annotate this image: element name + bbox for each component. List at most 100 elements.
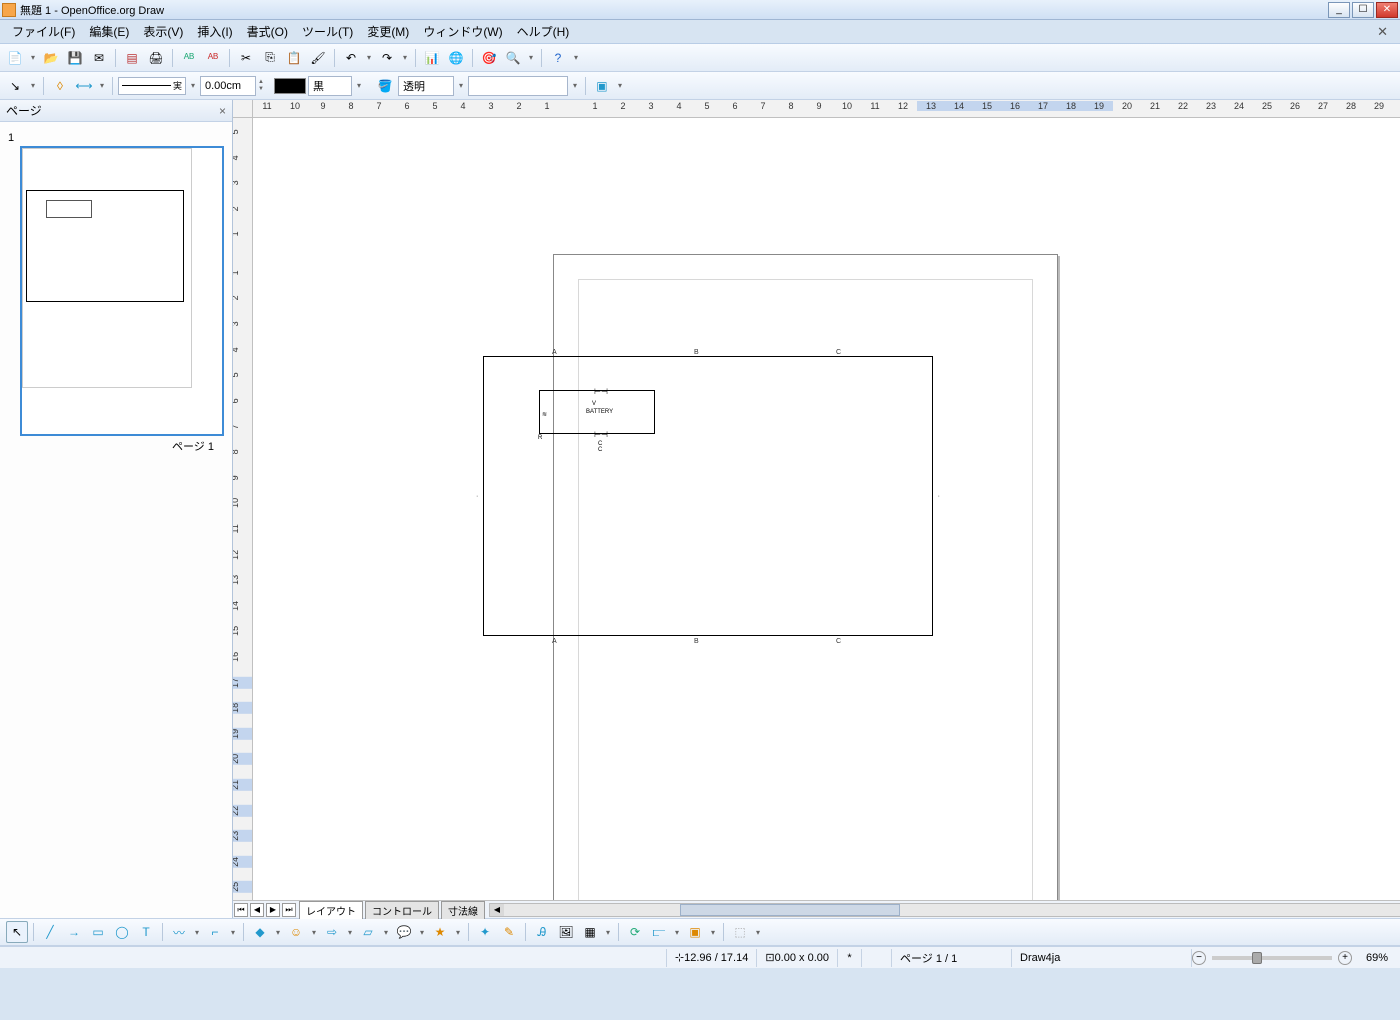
curve-dropdown[interactable]: ▾: [192, 928, 202, 937]
copy-icon[interactable]: ⎘: [259, 47, 281, 69]
menu-insert[interactable]: 挿入(I): [191, 21, 238, 42]
align-icon[interactable]: ⫍: [648, 921, 670, 943]
fontwork-icon[interactable]: Ꭿ: [531, 921, 553, 943]
redo-dropdown[interactable]: ▾: [400, 53, 410, 62]
tab-dim[interactable]: 寸法線: [441, 901, 485, 919]
flowchart-dropdown[interactable]: ▾: [381, 928, 391, 937]
callout-icon[interactable]: 💬: [393, 921, 415, 943]
symbol-shapes-icon[interactable]: ☺: [285, 921, 307, 943]
email-icon[interactable]: ✉: [88, 47, 110, 69]
zoom-dropdown[interactable]: ▾: [526, 53, 536, 62]
from-file-icon[interactable]: 🖼: [555, 921, 577, 943]
line-color-swatch[interactable]: [274, 78, 306, 94]
fill-bucket-icon[interactable]: 🪣: [374, 75, 396, 97]
extrusion-icon[interactable]: ⬚: [729, 921, 751, 943]
line-end-icon[interactable]: ◊: [49, 75, 71, 97]
line-tool-icon[interactable]: ╱: [39, 921, 61, 943]
connector-tool-icon[interactable]: ⌐: [204, 921, 226, 943]
line-color-dropdown[interactable]: ▾: [354, 81, 364, 90]
vertical-ruler[interactable]: 5432112345678910111213141516171819202122…: [233, 118, 253, 900]
gallery-icon[interactable]: ▦: [579, 921, 601, 943]
arrow-ends-icon[interactable]: ⟷: [73, 75, 95, 97]
fill-color-select[interactable]: [468, 76, 568, 96]
align-dropdown[interactable]: ▾: [672, 928, 682, 937]
navigator-icon[interactable]: 🎯: [478, 47, 500, 69]
handle-left[interactable]: ·: [476, 493, 478, 500]
zoom-slider[interactable]: [1212, 956, 1332, 960]
symbol-shapes-dropdown[interactable]: ▾: [309, 928, 319, 937]
line-color-select[interactable]: [308, 76, 352, 96]
tab-control[interactable]: コントロール: [365, 901, 439, 919]
line-style-select[interactable]: 実: [118, 77, 186, 95]
handle-A-top[interactable]: A: [552, 349, 557, 356]
hscroll-left[interactable]: ◀: [490, 904, 504, 916]
drawing-canvas[interactable]: A B C A B C · · ⊢⊣ V BATTERY ≋ R ⊢⊣ C: [253, 118, 1400, 900]
text-tool-icon[interactable]: T: [135, 921, 157, 943]
zoom-in-button[interactable]: +: [1338, 951, 1352, 965]
horizontal-scrollbar[interactable]: ◀ ▶: [489, 903, 1400, 917]
basic-shapes-dropdown[interactable]: ▾: [273, 928, 283, 937]
undo-dropdown[interactable]: ▾: [364, 53, 374, 62]
arrange-dropdown[interactable]: ▾: [708, 928, 718, 937]
open-icon[interactable]: 📂: [40, 47, 62, 69]
save-icon[interactable]: 💾: [64, 47, 86, 69]
callout-dropdown[interactable]: ▾: [417, 928, 427, 937]
menu-window[interactable]: ウィンドウ(W): [417, 21, 508, 42]
tab-nav-next[interactable]: ▶: [266, 903, 280, 917]
maximize-button[interactable]: ☐: [1352, 2, 1374, 18]
zoom-percent[interactable]: 69%: [1352, 949, 1396, 967]
new-doc-icon[interactable]: 📄: [4, 47, 26, 69]
arrow-style-dropdown[interactable]: ▾: [28, 81, 38, 90]
arrow-style-icon[interactable]: ↘: [4, 75, 26, 97]
toolbar-overflow[interactable]: ▾: [571, 53, 581, 62]
shadow-icon[interactable]: ▣: [591, 75, 613, 97]
handle-B-top[interactable]: B: [694, 349, 699, 356]
tab-layout[interactable]: レイアウト: [299, 901, 363, 919]
arrow-ends-dropdown[interactable]: ▾: [97, 81, 107, 90]
pages-panel-close-icon[interactable]: ×: [219, 104, 226, 118]
menu-file[interactable]: ファイル(F): [6, 21, 81, 42]
gallery-dropdown[interactable]: ▾: [603, 928, 613, 937]
hyperlink-icon[interactable]: 🌐: [445, 47, 467, 69]
zoom-slider-thumb[interactable]: [1252, 952, 1262, 964]
minimize-button[interactable]: _: [1328, 2, 1350, 18]
stars-icon[interactable]: ★: [429, 921, 451, 943]
select-tool-icon[interactable]: ↖: [6, 921, 28, 943]
block-arrows-icon[interactable]: ⇨: [321, 921, 343, 943]
block-arrows-dropdown[interactable]: ▾: [345, 928, 355, 937]
menu-modify[interactable]: 変更(M): [361, 21, 415, 42]
pdf-export-icon[interactable]: ▤: [121, 47, 143, 69]
horizontal-ruler[interactable]: 1110987654321123456789101112131415161718…: [253, 100, 1400, 118]
tab-nav-last[interactable]: ⏭: [282, 903, 296, 917]
fill-style-select[interactable]: [398, 76, 454, 96]
glue-points-icon[interactable]: ✎: [498, 921, 520, 943]
menu-help[interactable]: ヘルプ(H): [511, 21, 576, 42]
handle-C-top[interactable]: C: [836, 349, 841, 356]
hscroll-thumb[interactable]: [680, 904, 900, 916]
autospell-icon[interactable]: ᴬᴮ: [202, 47, 224, 69]
tab-nav-prev[interactable]: ◀: [250, 903, 264, 917]
flowchart-icon[interactable]: ▱: [357, 921, 379, 943]
ellipse-tool-icon[interactable]: ◯: [111, 921, 133, 943]
zoom-icon[interactable]: 🔍: [502, 47, 524, 69]
circuit-diagram[interactable]: ⊢⊣ V BATTERY ≋ R ⊢⊣ C C: [539, 390, 655, 434]
stars-dropdown[interactable]: ▾: [453, 928, 463, 937]
fill-color-dropdown[interactable]: ▾: [570, 81, 580, 90]
line-width-input[interactable]: [200, 76, 256, 96]
basic-shapes-icon[interactable]: ◆: [249, 921, 271, 943]
line-style-dropdown[interactable]: ▾: [188, 81, 198, 90]
tab-nav-first[interactable]: ⏮: [234, 903, 248, 917]
handle-right[interactable]: ·: [938, 493, 940, 500]
close-button[interactable]: ✕: [1376, 2, 1398, 18]
zoom-out-button[interactable]: −: [1192, 951, 1206, 965]
curve-tool-icon[interactable]: 〰: [168, 921, 190, 943]
rectangle-tool-icon[interactable]: ▭: [87, 921, 109, 943]
redo-icon[interactable]: ↷: [376, 47, 398, 69]
print-icon[interactable]: 🖨: [145, 47, 167, 69]
help-icon[interactable]: ?: [547, 47, 569, 69]
page-thumbnail[interactable]: [20, 146, 224, 436]
edit-points-icon[interactable]: ✦: [474, 921, 496, 943]
spellcheck-icon[interactable]: ᴬᴮ: [178, 47, 200, 69]
arrow-tool-icon[interactable]: →: [63, 921, 85, 943]
menu-tools[interactable]: ツール(T): [296, 21, 359, 42]
